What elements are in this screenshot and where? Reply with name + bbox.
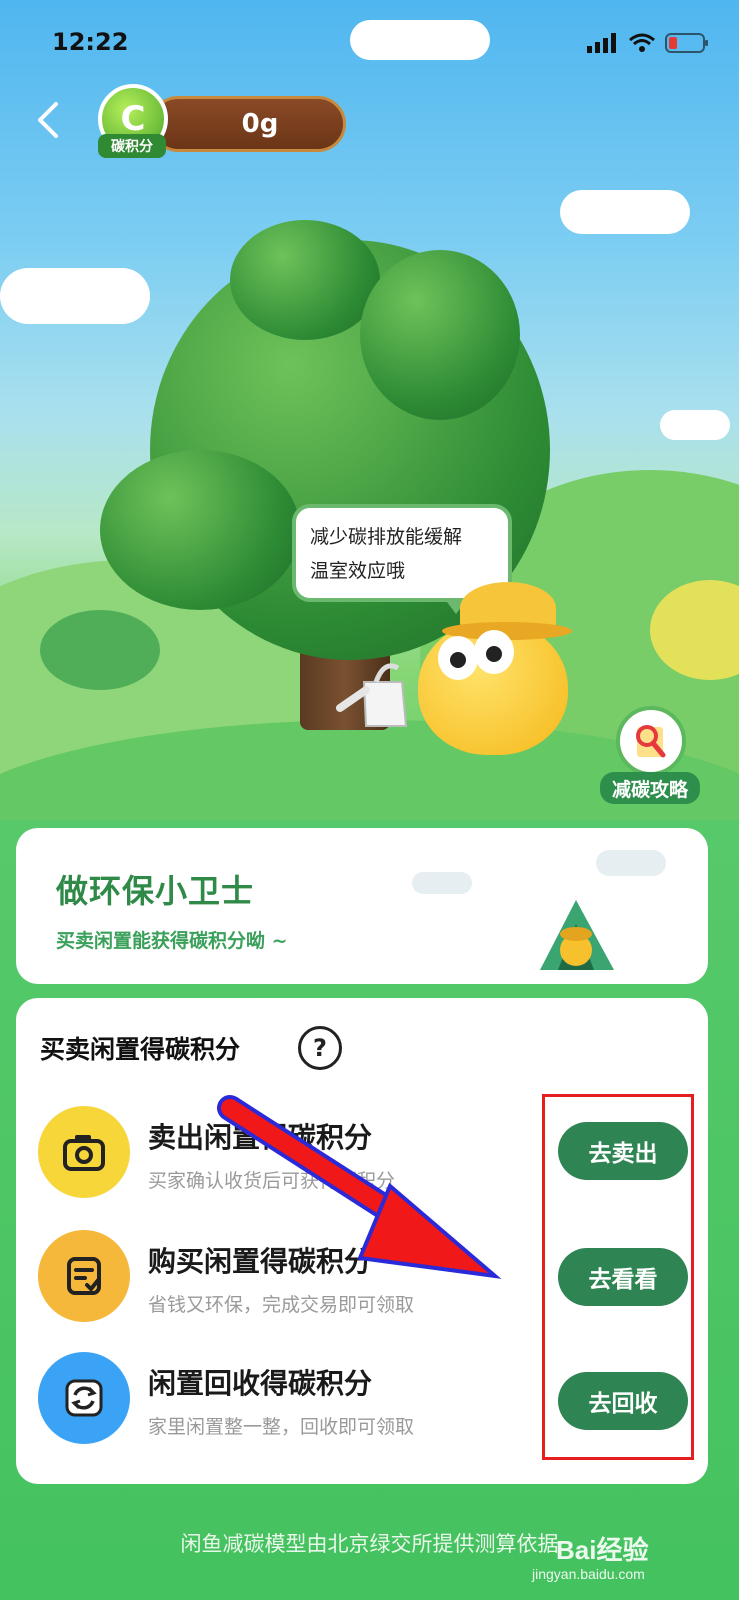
watermark-brand: Bai xyxy=(556,1535,597,1565)
wifi-icon xyxy=(629,33,655,52)
watermark-brand-cn: 经验 xyxy=(596,1535,649,1565)
camera-icon-circle xyxy=(38,1106,130,1198)
status-icons xyxy=(587,32,709,54)
tent-mascot-icon xyxy=(540,900,614,970)
mascot-eye xyxy=(474,630,514,674)
guide-label: 减碳攻略 xyxy=(600,772,700,804)
tree-canopy xyxy=(100,450,300,610)
magnifier-icon xyxy=(636,725,666,758)
bubble-line: 温室效应哦 xyxy=(310,560,406,582)
help-icon[interactable]: ? xyxy=(298,1026,342,1070)
watermark-url: jingyan.baidu.com xyxy=(532,1566,645,1582)
tree-canopy xyxy=(360,250,520,420)
promo-title: 做环保小卫士 xyxy=(56,872,255,910)
battery-icon xyxy=(665,33,708,53)
task-desc: 省钱又环保，完成交易即可领取 xyxy=(148,1294,415,1316)
cloud xyxy=(350,20,490,60)
chevron-left-icon xyxy=(38,102,58,138)
cloud xyxy=(596,850,666,876)
guide-icon-circle xyxy=(616,706,686,776)
task-sell: 卖出闲置得碳积分 买家确认收货后可获得碳积分 去卖出 xyxy=(38,1106,698,1206)
recycle-icon-circle xyxy=(38,1352,130,1444)
bubble-line: 减少碳排放能缓解 xyxy=(310,526,463,548)
task-buy: 购买闲置得碳积分 省钱又环保，完成交易即可领取 去看看 xyxy=(38,1230,698,1330)
order-icon-circle xyxy=(38,1230,130,1322)
task-desc: 家里闲置整一整，回收即可领取 xyxy=(148,1416,415,1438)
baidu-watermark: Bai经验 jingyan.baidu.com xyxy=(532,1530,649,1582)
recycle-icon xyxy=(65,1379,103,1417)
task-title: 闲置回收得碳积分 xyxy=(148,1367,373,1400)
tasks-title: 买卖闲置得碳积分 xyxy=(40,1035,241,1064)
camera-icon xyxy=(63,1135,105,1171)
go-recycle-button[interactable]: 去回收 xyxy=(558,1372,688,1430)
cloud xyxy=(660,410,730,440)
promo-card: 做环保小卫士 买卖闲置能获得碳积分呦 ~ xyxy=(16,828,708,984)
task-desc: 买家确认收货后可获得碳积分 xyxy=(148,1170,396,1192)
promo-subtitle: 买卖闲置能获得碳积分呦 ~ xyxy=(56,930,288,952)
cloud xyxy=(0,268,150,324)
order-icon xyxy=(67,1257,101,1295)
task-recycle: 闲置回收得碳积分 家里闲置整一整，回收即可领取 去回收 xyxy=(38,1352,698,1452)
go-browse-button[interactable]: 去看看 xyxy=(558,1248,688,1306)
hero-scene: 12:22 0g C 碳积分 减少碳排放能缓解 温室效应哦 减碳攻略 xyxy=(0,0,739,860)
tree-canopy xyxy=(230,220,380,340)
go-sell-button[interactable]: 去卖出 xyxy=(558,1122,688,1180)
cloud xyxy=(560,190,690,234)
status-time: 12:22 xyxy=(52,28,129,56)
back-button[interactable] xyxy=(30,100,70,140)
mascot-eye xyxy=(438,636,478,680)
carbon-points-value: 0g xyxy=(150,96,346,152)
carbon-guide-button[interactable]: 减碳攻略 xyxy=(600,706,700,804)
task-title: 购买闲置得碳积分 xyxy=(148,1245,373,1278)
watering-can-icon xyxy=(336,663,408,727)
hill xyxy=(40,610,160,690)
cloud xyxy=(412,872,472,894)
signal-icon xyxy=(587,33,616,53)
task-title: 卖出闲置得碳积分 xyxy=(148,1121,373,1154)
carbon-badge-label: 碳积分 xyxy=(98,134,166,158)
tasks-card: 买卖闲置得碳积分 ? 卖出闲置得碳积分 买家确认收货后可获得碳积分 去卖出 购买… xyxy=(16,998,708,1484)
